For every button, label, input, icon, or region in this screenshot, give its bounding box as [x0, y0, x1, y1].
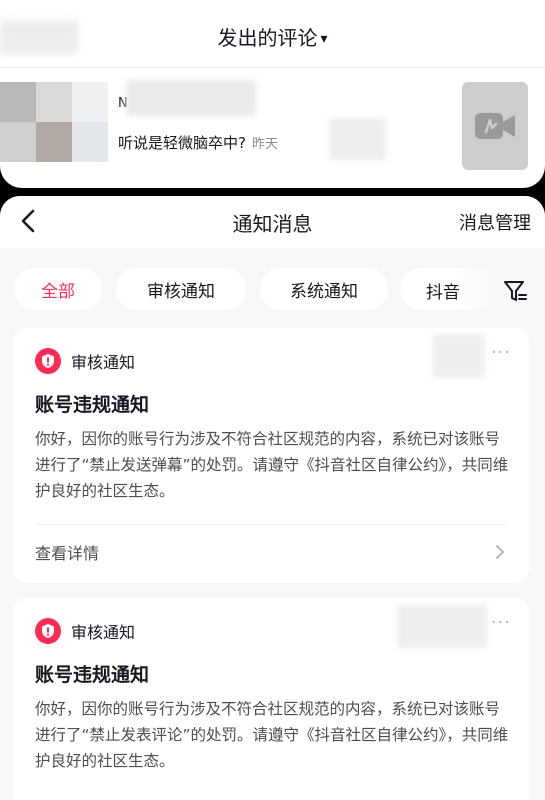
divider — [35, 524, 507, 525]
blurred-area — [397, 604, 487, 648]
comment-item[interactable]: 听说是轻微脑卒中? 昨天 — [118, 132, 278, 153]
card-header: 审核通知 — [35, 618, 135, 644]
card-title: 账号违规通知 — [35, 664, 150, 686]
review-shield-icon — [35, 618, 61, 644]
tab-douyin[interactable]: 抖音 — [400, 268, 496, 310]
more-options-icon[interactable]: ··· — [491, 612, 511, 633]
card-type-label: 审核通知 — [71, 353, 136, 372]
comments-screen: 发出的评论 ▾ N 听说是轻微脑卒中? 昨天 — [0, 0, 545, 188]
tab-review-notice[interactable]: 审核通知 — [116, 268, 246, 310]
comment-text: 听说是轻微脑卒中? — [118, 134, 246, 152]
view-details-link[interactable]: 查看详情 — [35, 540, 99, 564]
card-title: 账号违规通知 — [35, 394, 150, 416]
avatar[interactable] — [0, 82, 108, 162]
comments-filter-dropdown[interactable]: 发出的评论 ▾ — [0, 22, 545, 51]
comment-time: 昨天 — [251, 137, 278, 152]
notifications-screen: 通知消息 消息管理 全部 审核通知 系统通知 抖音 审核通知 ··· 账号违规通… — [0, 196, 545, 800]
comments-header: 发出的评论 ▾ — [0, 0, 545, 68]
more-options-icon[interactable]: ··· — [491, 342, 511, 363]
message-settings-button[interactable]: 消息管理 — [459, 209, 531, 235]
tab-system-notice[interactable]: 系统通知 — [260, 268, 388, 310]
notification-card[interactable]: 审核通知 ··· 账号违规通知 你好，因你的账号行为涉及不符合社区规范的内容，系… — [13, 328, 529, 583]
card-body: 你好，因你的账号行为涉及不符合社区规范的内容，系统已对该账号进行了“禁止发送弹幕… — [35, 430, 509, 500]
nav-bar: 通知消息 消息管理 — [0, 196, 545, 248]
caret-down-icon: ▾ — [320, 31, 328, 47]
card-body: 你好，因你的账号行为涉及不符合社区规范的内容，系统已对该账号进行了“禁止发表评论… — [35, 700, 509, 770]
card-header: 审核通知 — [35, 348, 135, 374]
blurred-username — [126, 80, 256, 116]
filter-icon[interactable] — [502, 278, 528, 304]
blurred-area — [330, 118, 386, 160]
notification-card[interactable]: 审核通知 ··· 账号违规通知 你好，因你的账号行为涉及不符合社区规范的内容，系… — [13, 598, 529, 800]
card-type-label: 审核通知 — [71, 623, 136, 642]
filter-tabs: 全部 审核通知 系统通知 抖音 — [0, 248, 545, 324]
video-thumbnail[interactable] — [462, 82, 528, 170]
tab-all[interactable]: 全部 — [14, 268, 102, 310]
tab-douyin-label: 抖音 — [426, 283, 460, 303]
blurred-area — [433, 334, 485, 378]
review-shield-icon — [35, 348, 61, 374]
chevron-right-icon[interactable] — [493, 542, 507, 562]
page-title: 发出的评论 — [217, 26, 318, 50]
video-camera-icon — [475, 113, 515, 139]
